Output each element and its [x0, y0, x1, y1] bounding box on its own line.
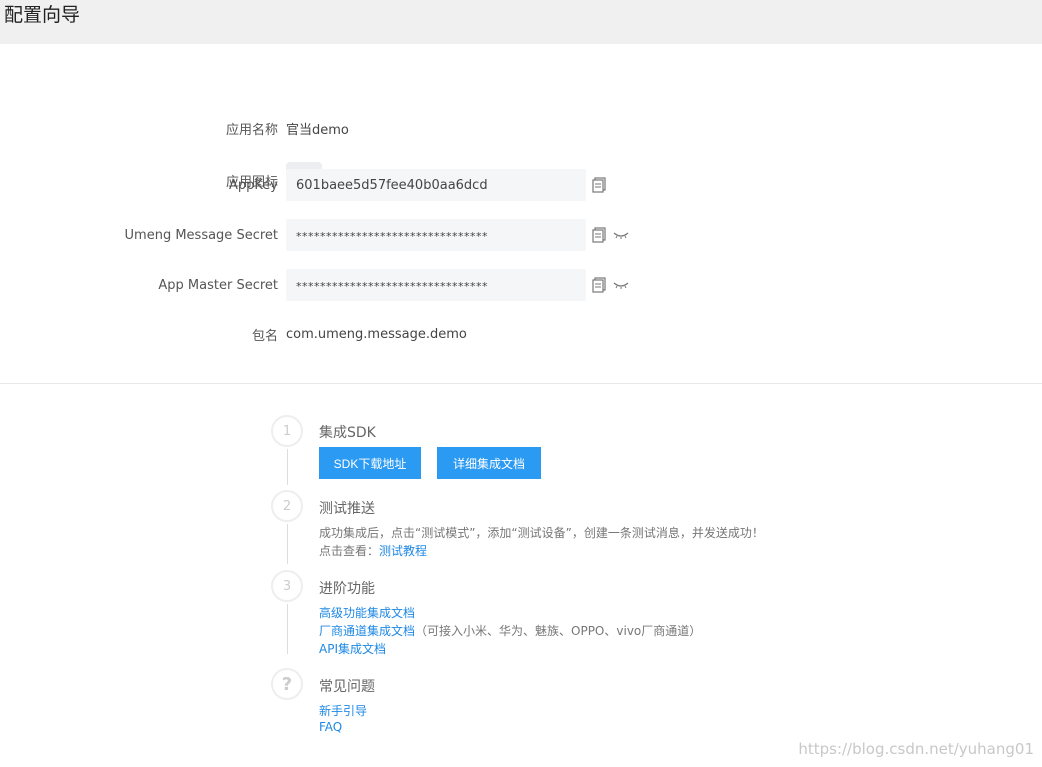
app-name-row: 应用名称 官当demo [0, 112, 1042, 144]
step-connector [287, 449, 288, 485]
step-2-description: 成功集成后，点击“测试模式”，添加“测试设备”，创建一条测试消息，并发送成功！ [319, 526, 764, 540]
master-secret-field[interactable]: ******************************** [286, 269, 586, 301]
app-config-form: 应用名称 官当demo 应用图标 AppKey 601baee5d57fee40… [0, 44, 1042, 384]
sdk-download-button[interactable]: SDK下载地址 [319, 447, 421, 479]
advanced-docs-link[interactable]: 高级功能集成文档 [319, 606, 415, 620]
package-row: 包名 com.umeng.message.demo [0, 318, 1042, 350]
app-name-label: 应用名称 [225, 122, 278, 138]
master-secret-label: App Master Secret [158, 277, 278, 293]
faq-link[interactable]: FAQ [319, 720, 342, 734]
step-3-circle: 3 [271, 570, 303, 602]
package-value: com.umeng.message.demo [286, 326, 467, 342]
vendor-docs-link[interactable]: 厂商通道集成文档 [319, 624, 415, 638]
step-connector [287, 524, 288, 564]
page-title: 配置向导 [4, 4, 81, 26]
step-1-title: 集成SDK [319, 425, 376, 441]
eye-closed-icon[interactable] [612, 276, 630, 294]
api-docs-row: API集成文档 [319, 640, 386, 657]
eye-closed-icon[interactable] [612, 226, 630, 244]
copy-icon[interactable] [590, 276, 608, 294]
step-4-title: 常见问题 [319, 679, 375, 695]
app-name-value: 官当demo [286, 122, 349, 138]
test-tutorial-link[interactable]: 测试教程 [379, 544, 427, 558]
app-key-row: AppKey 601baee5d57fee40b0aa6dcd [0, 169, 1042, 201]
step-3-title: 进阶功能 [319, 581, 375, 597]
step-connector [287, 604, 288, 654]
copy-icon[interactable] [590, 226, 608, 244]
integration-docs-button[interactable]: 详细集成文档 [437, 447, 541, 479]
message-secret-label: Umeng Message Secret [124, 227, 278, 243]
advanced-docs-row: 高级功能集成文档 [319, 604, 415, 621]
guide-row: 新手引导 [319, 702, 367, 719]
step-2-circle: 2 [271, 490, 303, 522]
vendor-note: （可接入小米、华为、魅族、OPPO、vivo厂商通道） [415, 624, 702, 638]
api-docs-link[interactable]: API集成文档 [319, 642, 386, 656]
page-header: 配置向导 [0, 0, 1042, 44]
step-2-view-line: 点击查看：测试教程 [319, 542, 427, 559]
faq-question-icon: ? [271, 668, 303, 700]
message-secret-row: Umeng Message Secret *******************… [0, 219, 1042, 251]
app-key-field[interactable]: 601baee5d57fee40b0aa6dcd [286, 169, 586, 201]
message-secret-field[interactable]: ******************************** [286, 219, 586, 251]
view-prefix: 点击查看： [319, 544, 380, 558]
master-secret-row: App Master Secret **********************… [0, 269, 1042, 301]
beginner-guide-link[interactable]: 新手引导 [319, 704, 367, 718]
copy-icon[interactable] [590, 176, 608, 194]
step-1-circle: 1 [271, 415, 303, 447]
step-2-title: 测试推送 [319, 501, 375, 517]
watermark: https://blog.csdn.net/yuhang01 [798, 740, 1034, 758]
app-key-label: AppKey [229, 177, 278, 193]
package-label: 包名 [251, 328, 278, 344]
faq-row: FAQ [319, 720, 342, 734]
vendor-docs-row: 厂商通道集成文档（可接入小米、华为、魅族、OPPO、vivo厂商通道） [319, 622, 701, 639]
